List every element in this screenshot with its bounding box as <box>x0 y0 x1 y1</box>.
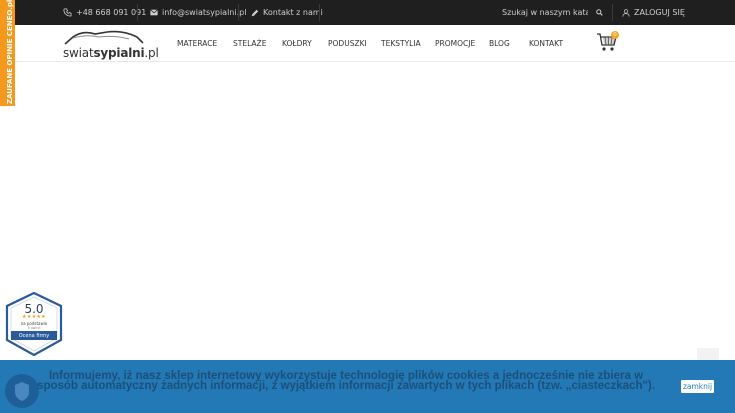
shield-icon <box>15 382 29 401</box>
nav-item-poduszki[interactable]: PODUSZKI <box>328 25 367 62</box>
user-icon <box>622 8 630 17</box>
nav-item-blog[interactable]: BLOG <box>489 25 510 62</box>
nav-item-koldry[interactable]: KOŁDRY <box>282 25 312 62</box>
logo-text: swiatsypialni.pl <box>63 46 159 60</box>
nav-item-stelaze[interactable]: STELAŻE <box>233 25 266 62</box>
site-logo[interactable]: swiatsypialni.pl <box>63 29 159 61</box>
phone-icon <box>63 8 72 17</box>
nav-item-materace[interactable]: MATERACE <box>177 25 217 62</box>
contact-link[interactable]: Kontakt z nami <box>251 0 323 25</box>
divider <box>137 4 138 21</box>
pencil-icon <box>251 9 259 17</box>
chat-widget-button[interactable] <box>5 374 39 408</box>
page: +48 668 091 091 info@swiatsypialni.pl Ko… <box>0 0 735 413</box>
bed-logo-icon <box>64 30 144 45</box>
cookie-bar: Informujemy, iż nasz sklep internetowy w… <box>0 360 735 413</box>
rating-ribbon: Ocena firmy <box>11 331 57 340</box>
cart-button[interactable]: 0 <box>596 31 620 54</box>
top-bar: +48 668 091 091 info@swiatsypialni.pl Ko… <box>0 0 735 25</box>
cart-count-badge: 0 <box>611 31 619 39</box>
envelope-icon <box>150 9 158 16</box>
search-icon[interactable] <box>596 9 603 16</box>
divider <box>238 4 239 21</box>
divider <box>319 4 320 21</box>
login-text: ZALOGUJ SIĘ <box>634 8 685 17</box>
divider <box>612 4 613 21</box>
phone-link[interactable]: +48 668 091 091 <box>63 0 146 25</box>
email-text: info@swiatsypialni.pl <box>162 8 247 17</box>
phone-text: +48 668 091 091 <box>76 8 147 17</box>
star-rating-icon: ★★★★★ <box>22 314 46 320</box>
rating-count-text: 5 opinii <box>27 326 41 330</box>
cookie-close-button[interactable]: zamknij <box>681 380 714 393</box>
contact-text: Kontakt z nami <box>263 8 323 17</box>
ceneo-tab-label: ZAUFANE OPINIE CENEO.pl <box>6 0 14 104</box>
nav-item-tekstylia[interactable]: TEKSTYLIA <box>381 25 421 62</box>
cookie-message: Informujemy, iż nasz sklep internetowy w… <box>37 370 655 392</box>
main-header: swiatsypialni.pl MATERACE STELAŻE KOŁDRY… <box>0 25 735 62</box>
nav-item-kontakt[interactable]: KONTAKT <box>529 25 563 62</box>
ceneo-reviews-tab[interactable]: ZAUFANE OPINIE CENEO.pl <box>0 0 15 106</box>
email-link[interactable]: info@swiatsypialni.pl <box>150 0 246 25</box>
nav-item-promocje[interactable]: PROMOCJE <box>435 25 475 62</box>
search-box <box>502 4 608 21</box>
login-link[interactable]: ZALOGUJ SIĘ <box>622 0 685 25</box>
rating-badge[interactable]: 5.0 ★★★★★ na podstawie 5 opinii Ocena fi… <box>5 292 63 356</box>
search-input[interactable] <box>502 4 588 21</box>
